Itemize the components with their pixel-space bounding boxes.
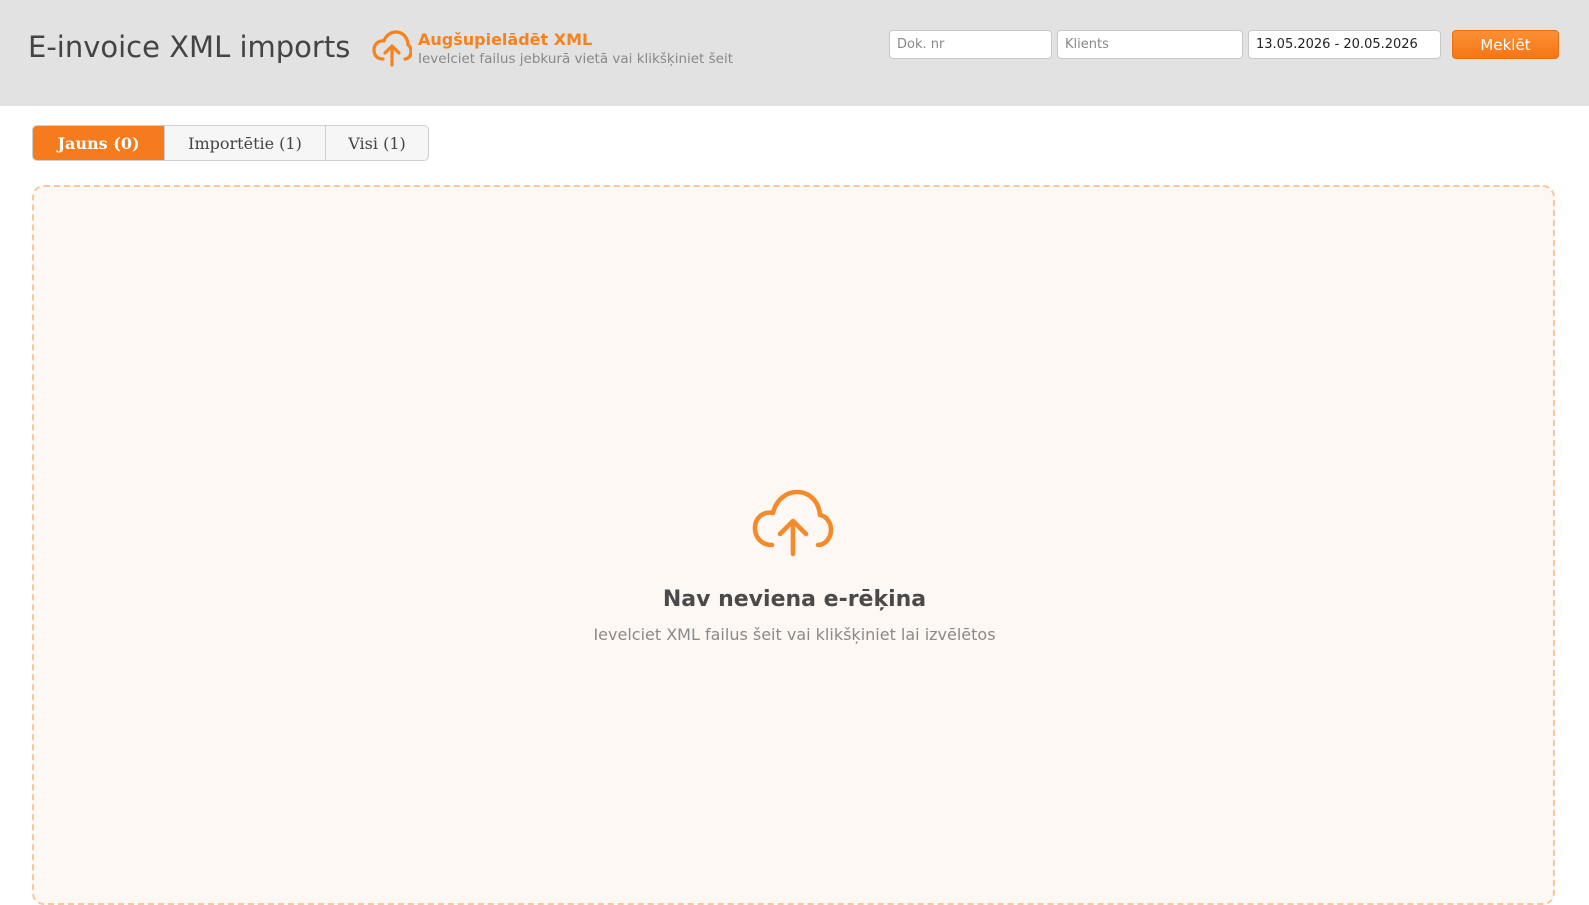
upload-subtitle: Ievelciet failus jebkurā vietā vai klikš…: [418, 51, 734, 67]
page-title: E-invoice XML imports: [28, 30, 351, 64]
upload-texts: Augšupielādēt XML Ievelciet failus jebku…: [418, 30, 733, 68]
tab-new[interactable]: Jauns (0): [33, 126, 165, 160]
cloud-upload-icon: [752, 489, 834, 557]
top-header: E-invoice XML imports Augšupielādēt XML …: [0, 0, 1589, 106]
empty-state-title: Nav neviena e-rēķina: [662, 587, 927, 612]
empty-state-subtitle: Ievelciet XML failus šeit vai klikšķinie…: [593, 625, 996, 644]
tab-all[interactable]: Visi (1): [326, 126, 428, 160]
status-tabs: Jauns (0) Importētie (1) Visi (1): [32, 125, 429, 161]
tab-imported[interactable]: Importētie (1): [165, 126, 326, 160]
doc-number-input[interactable]: [889, 30, 1052, 59]
search-button[interactable]: Meklēt: [1452, 30, 1559, 59]
upload-title[interactable]: Augšupielādēt XML: [418, 30, 733, 50]
cloud-upload-icon: [372, 30, 412, 67]
date-range-input[interactable]: [1248, 30, 1441, 59]
client-input[interactable]: [1057, 30, 1243, 59]
upload-xml-button[interactable]: Augšupielādēt XML Ievelciet failus jebku…: [372, 30, 733, 70]
